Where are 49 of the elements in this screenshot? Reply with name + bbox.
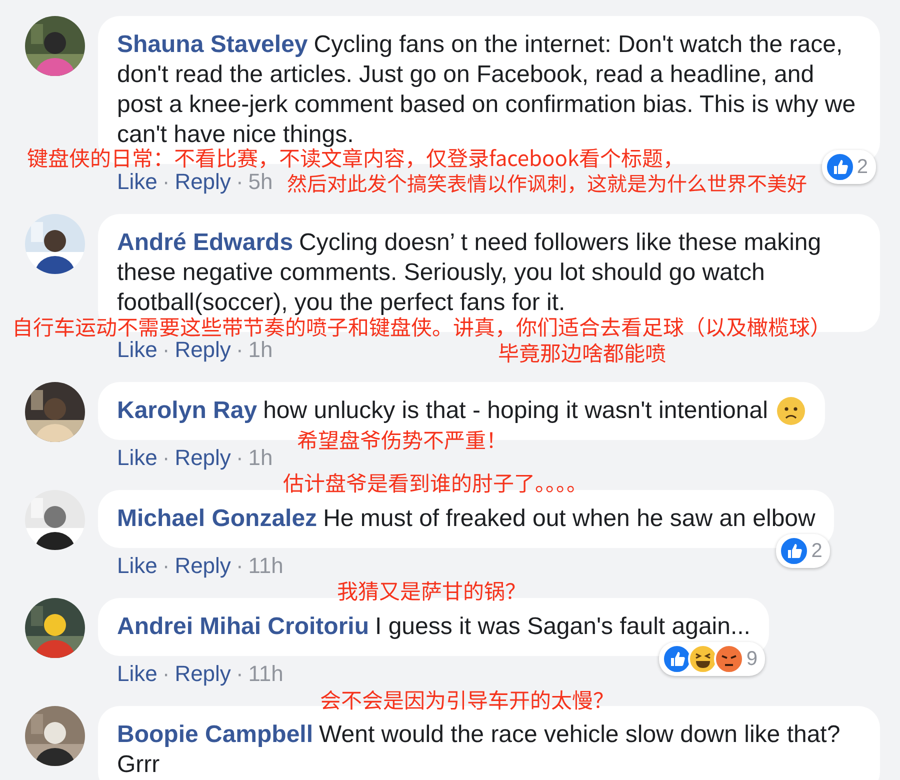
timestamp: 11h [248, 553, 284, 579]
reply-link[interactable]: Reply [174, 445, 231, 471]
annotation: 估计盘爷是看到谁的肘子了。。。。 [283, 472, 588, 494]
timestamp: 5h [248, 169, 273, 195]
comment-text: Michael Gonzalez He must of freaked out when he saw an elbow [117, 504, 816, 534]
annotation: 自行车运动不需要这些带节奏的喷子和键盘侠。讲真，你们适合去看足球（以及橄榄球） [12, 316, 831, 338]
comment-text: Shauna Staveley Cycling fans on the internet: Don't watch the race, don't read the articles. Just go on Facebook, read a headline, and post a knee-jerk comment based on confirmation bias. This is why we can't have nice things. [117, 30, 857, 148]
annotation: 希望盘爷伤势不严重！ [297, 429, 507, 451]
annotation: 我猜又是萨甘的锅？ [337, 580, 526, 602]
reply-link[interactable]: Reply [174, 661, 231, 687]
comment-text: Boopie Campbell Went would the race vehicle slow down like that? Grrr [117, 720, 842, 780]
separator-dot: · [162, 169, 170, 195]
separator-dot: · [236, 337, 244, 363]
reply-link[interactable]: Reply [174, 169, 231, 195]
worried-emoji-icon [776, 396, 806, 426]
separator-dot: · [162, 553, 170, 579]
reply-link[interactable]: Reply [174, 553, 231, 579]
author-link[interactable]: Shauna Staveley [117, 31, 308, 58]
like-reaction-icon [824, 152, 855, 182]
like-link[interactable]: Like [117, 661, 158, 687]
reply-link[interactable]: Reply [174, 337, 231, 363]
separator-dot: · [236, 445, 244, 471]
annotation: 毕竟那边啥都能喷 [498, 342, 666, 364]
like-reaction-icon [779, 536, 810, 566]
like-link[interactable]: Like [117, 445, 158, 471]
annotation: 然后对此发个搞笑表情以作讽刺，这就是为什么世界不美好 [287, 172, 807, 194]
comment-text: Andrei Mihai Croitoriu I guess it was Sagan's fault again... [117, 612, 750, 642]
angry-reaction-icon [714, 644, 744, 674]
author-link[interactable]: Boopie Campbell [117, 721, 314, 748]
like-link[interactable]: Like [117, 553, 158, 579]
separator-dot: · [162, 661, 170, 687]
timestamp: 1h [248, 445, 273, 471]
separator-dot: · [162, 337, 170, 363]
author-link[interactable]: Andrei Mihai Croitoriu [117, 613, 369, 640]
like-link[interactable]: Like [117, 169, 158, 195]
separator-dot: · [236, 553, 244, 579]
author-link[interactable]: Michael Gonzalez [117, 505, 318, 532]
author-link[interactable]: André Edwards [117, 229, 294, 256]
author-link[interactable]: Karolyn Ray [117, 397, 258, 424]
separator-dot: · [162, 445, 170, 471]
separator-dot: · [236, 169, 244, 195]
separator-dot: · [236, 661, 244, 687]
comment-text: Karolyn Ray how unlucky is that - hoping it wasn't intentional [117, 396, 768, 426]
timestamp: 1h [248, 337, 273, 363]
annotation: 键盘侠的日常：不看比赛，不读文章内容，仅登录facebook看个标题， [27, 147, 684, 169]
comment-text: André Edwards Cycling doesn’ t need followers like these making these negative comments. Seriously, you lot should go watch football(soccer), you the perfect fans for it. [117, 228, 822, 317]
like-link[interactable]: Like [117, 337, 158, 363]
timestamp: 11h [248, 661, 284, 687]
annotation: 会不会是因为引导车开的太慢？ [320, 689, 614, 711]
